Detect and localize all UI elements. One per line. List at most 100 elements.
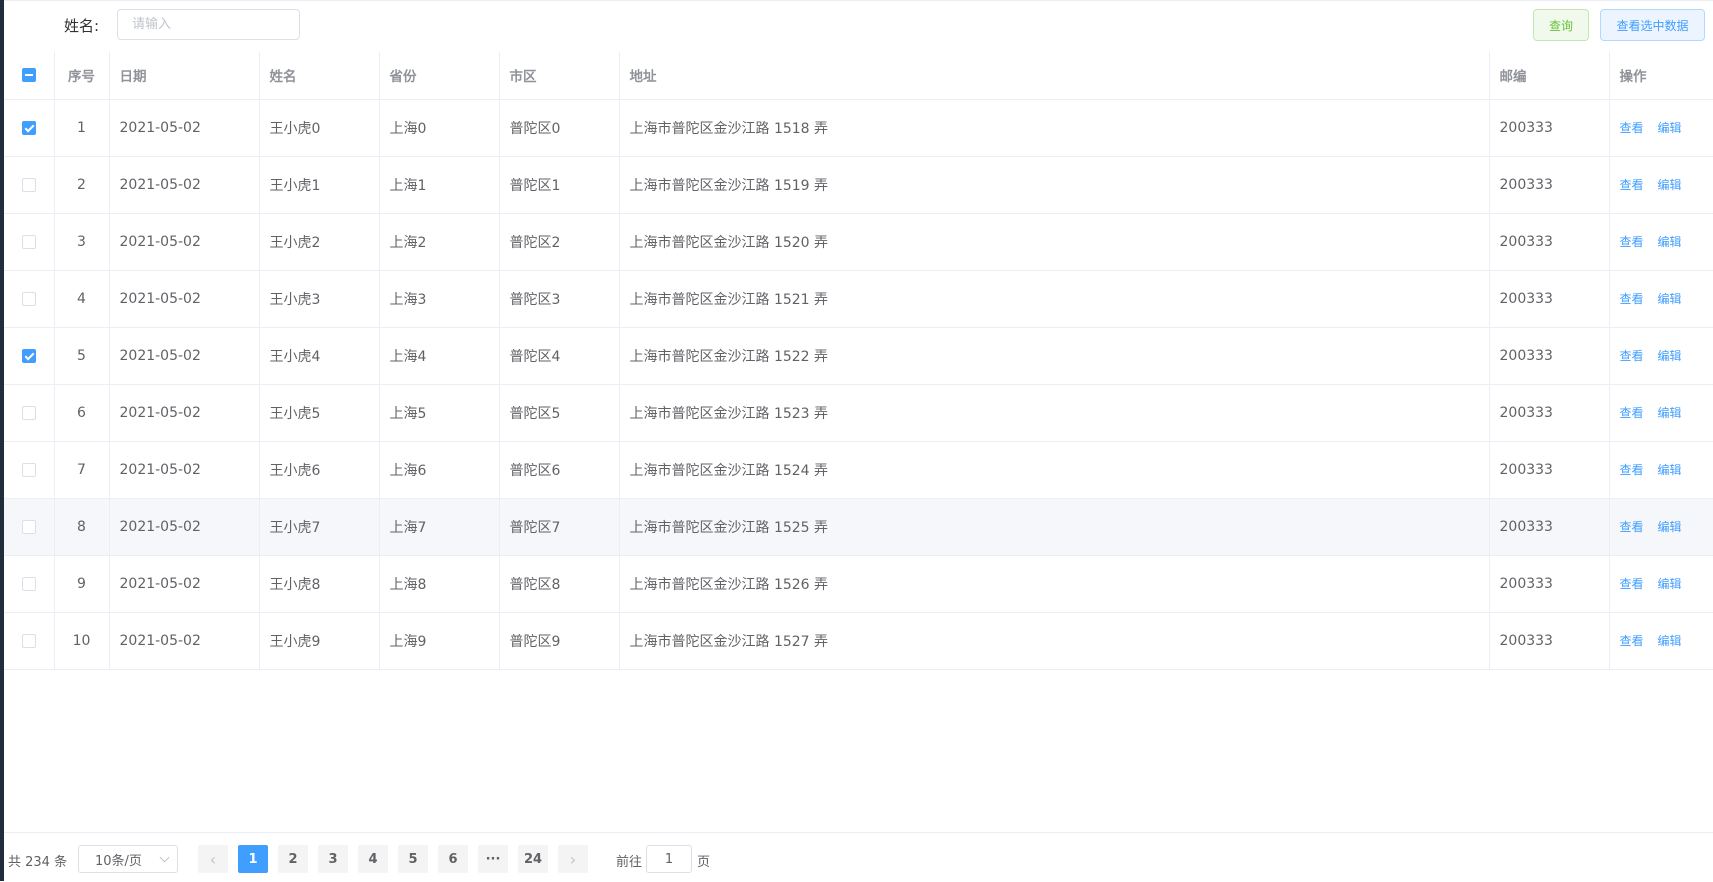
page-button[interactable]: 6 [438,845,468,873]
row-select-cell [4,498,55,556]
row-actions: 查看 编辑 [1609,441,1713,499]
table-header: 序号 日期 姓名 省份 市区 地址 邮编 操作 [4,52,1713,100]
prev-page-icon[interactable]: ‹ [198,845,228,873]
edit-link[interactable]: 编辑 [1658,577,1682,591]
column-header-name: 姓名 [259,52,380,100]
row-index: 5 [54,327,110,385]
row-province: 上海3 [379,270,500,328]
row-city: 普陀区3 [499,270,620,328]
view-link[interactable]: 查看 [1620,520,1644,534]
table-body: 1 2021-05-02 王小虎0 上海0 普陀区0 上海市普陀区金沙江路 1518 弄2… [4,99,1713,670]
row-province: 上海6 [379,441,500,499]
view-link[interactable]: 查看 [1620,292,1644,306]
page-button[interactable]: 24 [518,845,548,873]
row-select-cell [4,612,55,670]
row-actions: 查看 编辑 [1609,612,1713,670]
row-index: 1 [54,99,110,157]
row-select-cell [4,270,55,328]
column-header-province: 省份 [379,52,500,100]
next-page-icon[interactable]: › [558,845,588,873]
table-row: 3 2021-05-02 王小虎2 上海2 普陀区2 上海市普陀区金沙江路 1520 弄2… [4,213,1713,271]
view-selected-button[interactable]: 查看选中数据 [1600,9,1705,41]
edit-link[interactable]: 编辑 [1658,178,1682,192]
page-button[interactable]: 2 [278,845,308,873]
row-city: 普陀区8 [499,555,620,613]
row-date: 2021-05-02 [109,270,260,328]
view-link[interactable]: 查看 [1620,634,1644,648]
row-date: 2021-05-02 [109,441,260,499]
row-name: 王小虎4 [259,327,380,385]
query-button[interactable]: 查询 [1533,9,1589,41]
row-select-cell [4,99,55,157]
page-size-select[interactable]: 10条/页 [78,845,178,873]
page-button[interactable]: 4 [358,845,388,873]
column-header-actions: 操作 [1609,52,1713,100]
row-checkbox[interactable] [21,576,36,591]
row-checkbox[interactable] [21,519,36,534]
row-index: 8 [54,498,110,556]
page-button[interactable]: 3 [318,845,348,873]
row-actions: 查看 编辑 [1609,156,1713,214]
page-button[interactable]: 5 [398,845,428,873]
more-pages-button[interactable]: ··· [478,845,508,873]
edit-link[interactable]: 编辑 [1658,349,1682,363]
edit-link[interactable]: 编辑 [1658,463,1682,477]
chevron-down-icon [159,852,170,863]
row-actions: 查看 编辑 [1609,270,1713,328]
name-search-input[interactable] [117,9,300,40]
row-checkbox[interactable] [21,633,36,648]
row-checkbox[interactable] [21,348,36,363]
edit-link[interactable]: 编辑 [1658,520,1682,534]
row-checkbox[interactable] [21,291,36,306]
row-date: 2021-05-02 [109,99,260,157]
edit-link[interactable]: 编辑 [1658,235,1682,249]
row-date: 2021-05-02 [109,555,260,613]
row-index: 7 [54,441,110,499]
row-zip: 200333 [1489,156,1610,214]
row-name: 王小虎3 [259,270,380,328]
view-link[interactable]: 查看 [1620,406,1644,420]
table-row: 8 2021-05-02 王小虎7 上海7 普陀区7 上海市普陀区金沙江路 1525 弄2… [4,498,1713,556]
row-actions: 查看 编辑 [1609,99,1713,157]
row-zip: 200333 [1489,213,1610,271]
view-link[interactable]: 查看 [1620,235,1644,249]
column-header-address: 地址 [619,52,1490,100]
row-city: 普陀区5 [499,384,620,442]
goto-page-input[interactable] [646,845,692,873]
row-province: 上海7 [379,498,500,556]
table-row: 6 2021-05-02 王小虎5 上海5 普陀区5 上海市普陀区金沙江路 1523 弄2… [4,384,1713,442]
select-all-checkbox[interactable] [21,68,36,83]
row-checkbox[interactable] [21,234,36,249]
view-link[interactable]: 查看 [1620,577,1644,591]
edit-link[interactable]: 编辑 [1658,292,1682,306]
row-checkbox[interactable] [21,120,36,135]
page-size-value: 10条/页 [95,853,142,869]
row-city: 普陀区9 [499,612,620,670]
row-index: 4 [54,270,110,328]
row-date: 2021-05-02 [109,498,260,556]
view-link[interactable]: 查看 [1620,178,1644,192]
edit-link[interactable]: 编辑 [1658,634,1682,648]
page-button[interactable]: 1 [238,845,268,873]
row-zip: 200333 [1489,612,1610,670]
row-name: 王小虎8 [259,555,380,613]
edit-link[interactable]: 编辑 [1658,406,1682,420]
row-province: 上海0 [379,99,500,157]
row-index: 10 [54,612,110,670]
row-date: 2021-05-02 [109,156,260,214]
row-checkbox[interactable] [21,462,36,477]
view-link[interactable]: 查看 [1620,349,1644,363]
row-name: 王小虎9 [259,612,380,670]
row-actions: 查看 编辑 [1609,384,1713,442]
row-actions: 查看 编辑 [1609,213,1713,271]
row-province: 上海8 [379,555,500,613]
row-checkbox[interactable] [21,405,36,420]
edit-link[interactable]: 编辑 [1658,121,1682,135]
view-link[interactable]: 查看 [1620,463,1644,477]
view-link[interactable]: 查看 [1620,121,1644,135]
row-checkbox[interactable] [21,177,36,192]
table-row: 9 2021-05-02 王小虎8 上海8 普陀区8 上海市普陀区金沙江路 1526 弄2… [4,555,1713,613]
row-select-cell [4,156,55,214]
row-address: 上海市普陀区金沙江路 1519 弄 [619,156,1490,214]
row-province: 上海4 [379,327,500,385]
